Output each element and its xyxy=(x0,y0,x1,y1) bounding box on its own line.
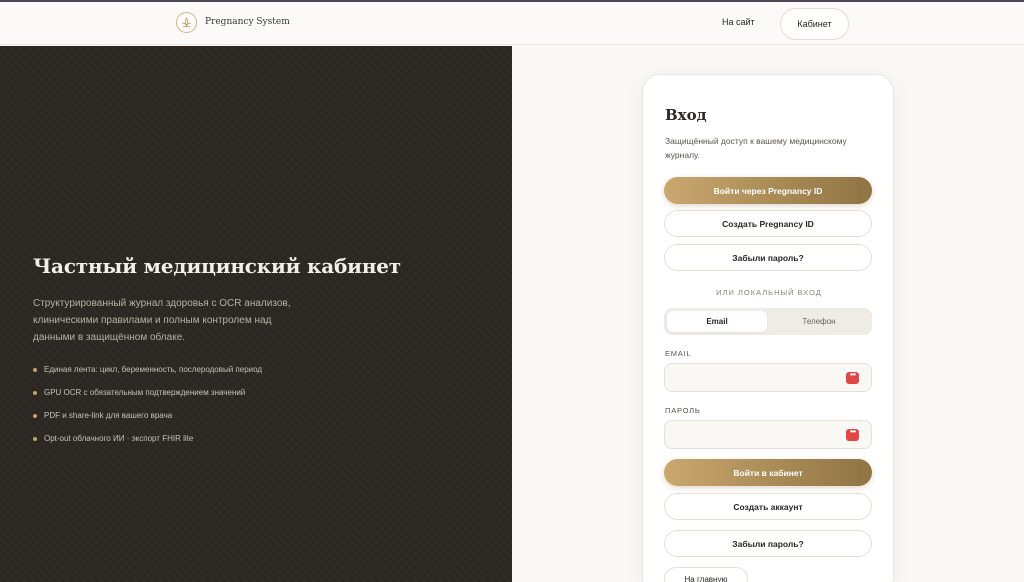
lotus-logo-icon[interactable] xyxy=(176,12,197,33)
password-field[interactable] xyxy=(664,420,872,449)
feature-text: PDF и share-link для вашего врача xyxy=(44,411,173,420)
login-subtitle: Защищённый доступ к вашему медицинскому … xyxy=(665,136,847,160)
feature-text: Единая лента: цикл, беременность, послер… xyxy=(44,365,263,374)
top-navbar: Pregnancy System На сайт Кабинет xyxy=(0,2,1024,45)
create-pregnancy-id-button[interactable]: Создать Pregnancy ID xyxy=(664,210,872,237)
password-label: ПАРОЛЬ xyxy=(665,406,701,415)
hero-panel: Частный медицинский кабинет Структуриров… xyxy=(0,46,512,582)
cabinet-button[interactable]: Кабинет xyxy=(780,8,849,40)
bullet-dot-icon xyxy=(33,414,37,418)
feature-item: PDF и share-link для вашего врача xyxy=(33,410,262,433)
create-account-button[interactable]: Создать аккаунт xyxy=(664,493,872,520)
password-manager-icon[interactable] xyxy=(846,427,859,441)
login-card: Вход Защищённый доступ к вашему медицинс… xyxy=(642,74,894,582)
bullet-dot-icon xyxy=(33,437,37,441)
feature-item: Единая лента: цикл, беременность, послер… xyxy=(33,364,262,387)
hero-description: Структурированный журнал здоровья с OCR … xyxy=(33,298,291,343)
tab-phone[interactable]: Телефон xyxy=(769,311,869,332)
hero-title: Частный медицинский кабинет xyxy=(33,254,401,278)
bullet-dot-icon xyxy=(33,368,37,372)
password-manager-icon[interactable] xyxy=(846,370,859,384)
nav-link-site[interactable]: На сайт xyxy=(722,17,755,27)
email-field[interactable] xyxy=(664,363,872,392)
login-method-tabs: Email Телефон xyxy=(664,308,872,335)
forgot-password-button-top[interactable]: Забыли пароль? xyxy=(664,244,872,271)
feature-text: Opt-out облачного ИИ · экспорт FHIR lite xyxy=(44,434,194,443)
pregnancy-id-login-button[interactable]: Войти через Pregnancy ID xyxy=(664,177,872,204)
login-title: Вход xyxy=(665,106,707,124)
feature-text: GPU OCR с обязательным подтверждением зн… xyxy=(44,388,246,397)
home-button[interactable]: На главную xyxy=(664,567,748,582)
feature-list: Единая лента: цикл, беременность, послер… xyxy=(33,364,262,456)
bullet-dot-icon xyxy=(33,391,37,395)
local-login-divider: ИЛИ ЛОКАЛЬНЫЙ ВХОД xyxy=(716,288,822,297)
tab-email[interactable]: Email xyxy=(667,311,767,332)
email-label: EMAIL xyxy=(665,349,692,358)
forgot-password-button-bottom[interactable]: Забыли пароль? xyxy=(664,530,872,557)
login-submit-button[interactable]: Войти в кабинет xyxy=(664,459,872,486)
feature-item: Opt-out облачного ИИ · экспорт FHIR lite xyxy=(33,433,262,456)
feature-item: GPU OCR с обязательным подтверждением зн… xyxy=(33,387,262,410)
brand-name[interactable]: Pregnancy System xyxy=(205,17,290,27)
